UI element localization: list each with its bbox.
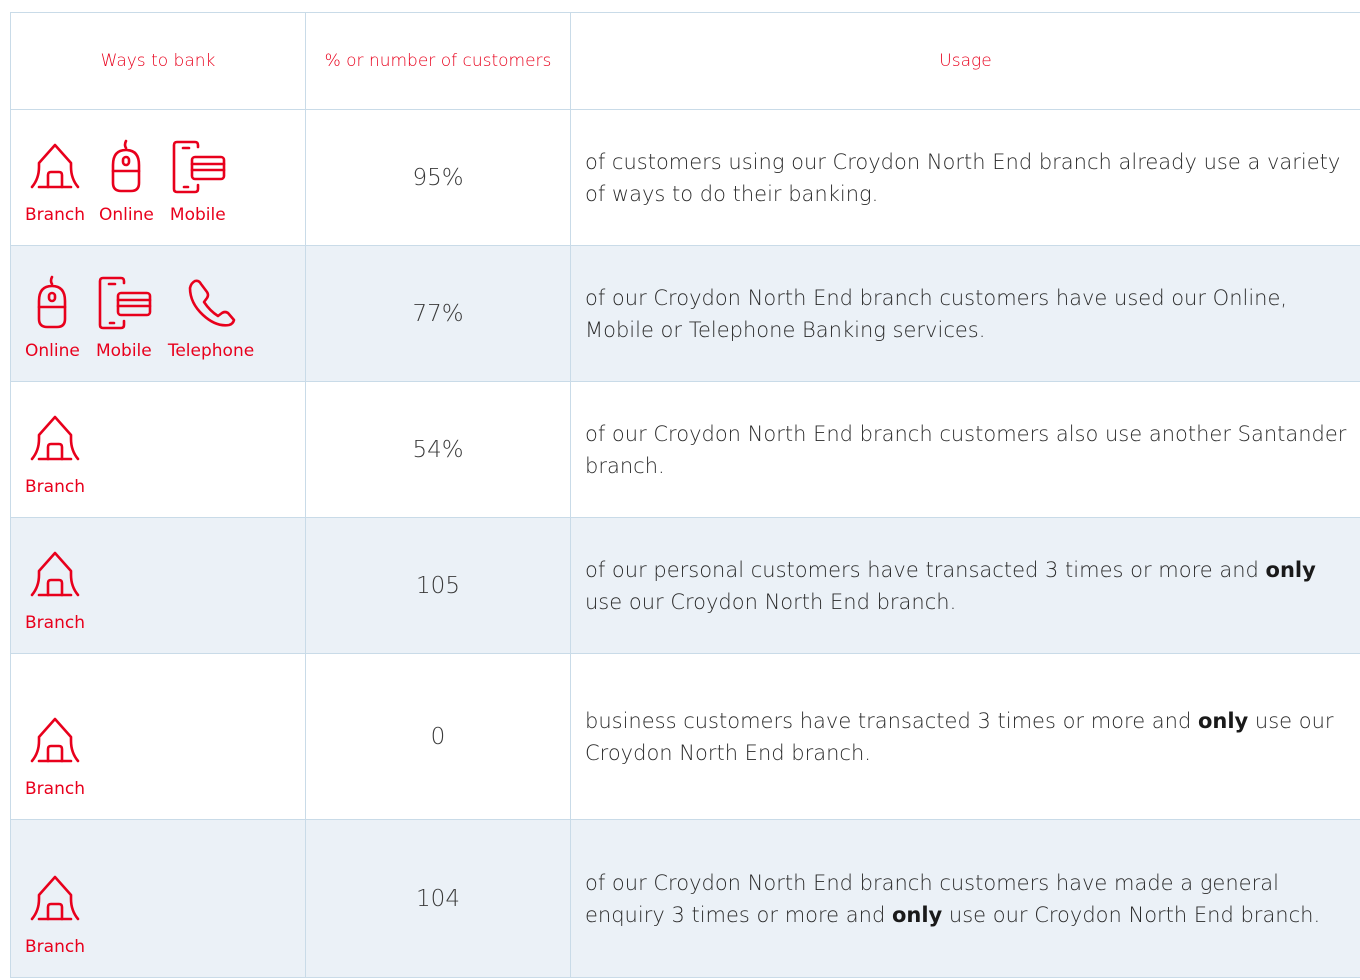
way-branch: Branch (25, 139, 85, 245)
phone-icon (185, 275, 237, 335)
mobile-card-icon (94, 275, 154, 335)
way-label: Online (98, 205, 154, 225)
ways-cell: Branch (10, 518, 305, 653)
ways-cell: Online Mobile Telephone (10, 246, 305, 381)
way-telephone: Telephone (168, 275, 254, 381)
usage-text-end: use our Croydon North End branch. (585, 589, 957, 614)
table-row: Branch Online Mobile 95% of customers using … (10, 110, 1360, 246)
table-row: Branch 105 of our personal customers have … (10, 518, 1360, 654)
way-branch: Branch (25, 411, 85, 517)
way-label: Branch (25, 205, 85, 225)
header-usage: Usage (570, 13, 1360, 109)
header-ways-to-bank: Ways to bank (10, 13, 305, 109)
way-mobile: Mobile (168, 139, 228, 245)
usage-emphasis: only (1265, 557, 1316, 582)
ways-group: Online Mobile Telephone (11, 246, 305, 381)
house-icon (27, 547, 83, 607)
house-icon (27, 871, 83, 931)
ways-cell: Branch Online Mobile (10, 110, 305, 245)
customer-value: 77% (305, 246, 570, 381)
customer-value: 95% (305, 110, 570, 245)
house-icon (27, 713, 83, 773)
table-row: Branch 0 business customers have transacte… (10, 654, 1360, 820)
usage-text-start: of our Croydon North End branch customer… (585, 285, 1288, 342)
customer-value: 0 (305, 654, 570, 819)
usage-text-start: of customers using our Croydon North End… (585, 149, 1341, 206)
customer-value: 105 (305, 518, 570, 653)
table-row: Branch 54% of our Croydon North End branch… (10, 382, 1360, 518)
way-label: Mobile (169, 205, 226, 225)
usage-cell: of customers using our Croydon North End… (570, 110, 1360, 245)
ways-group: Branch (11, 820, 305, 977)
usage-cell: of our Croydon North End branch customer… (570, 382, 1360, 517)
usage-text: of our personal customers have transacte… (585, 554, 1356, 618)
usage-cell: of our Croydon North End branch customer… (570, 246, 1360, 381)
way-label: Online (25, 341, 80, 361)
way-label: Branch (25, 477, 85, 497)
way-label: Branch (25, 937, 85, 957)
usage-text: of our Croydon North End branch customer… (585, 418, 1356, 482)
ways-cell: Branch (10, 654, 305, 819)
customer-value: 54% (305, 382, 570, 517)
usage-text: business customers have transacted 3 tim… (585, 705, 1356, 769)
house-icon (27, 139, 83, 199)
way-branch: Branch (25, 871, 85, 977)
way-label: Branch (25, 613, 85, 633)
usage-text-end: use our Croydon North End branch. (942, 902, 1321, 927)
way-label: Branch (25, 779, 85, 799)
mouse-icon (35, 275, 69, 335)
header-customers: % or number of customers (305, 13, 570, 109)
mouse-icon (109, 139, 143, 199)
way-online: Online (99, 139, 154, 245)
ways-group: Branch (11, 518, 305, 653)
way-branch: Branch (25, 713, 85, 819)
usage-text-start: of our personal customers have transacte… (585, 557, 1266, 582)
usage-text-start: of our Croydon North End branch customer… (585, 421, 1347, 478)
house-icon (27, 411, 83, 471)
ways-cell: Branch (10, 820, 305, 977)
ways-cell: Branch (10, 382, 305, 517)
usage-emphasis: only (1197, 708, 1249, 733)
usage-text: of our Croydon North End branch customer… (585, 867, 1356, 931)
table-row: Online Mobile Telephone 77% of our Croydon N… (10, 246, 1360, 382)
mobile-card-icon (168, 139, 228, 199)
way-mobile: Mobile (94, 275, 154, 381)
table-header-row: Ways to bank % or number of customers Us… (10, 13, 1360, 110)
usage-emphasis: only (891, 902, 943, 927)
table-row: Branch 104 of our Croydon North End branch… (10, 820, 1360, 978)
ways-group: Branch (11, 382, 305, 517)
usage-text: of our Croydon North End branch customer… (585, 282, 1356, 346)
usage-text-start: business customers have transacted 3 tim… (585, 708, 1198, 733)
way-online: Online (25, 275, 80, 381)
usage-cell: business customers have transacted 3 tim… (570, 654, 1360, 819)
table-body: Branch Online Mobile 95% of customers using … (10, 110, 1360, 978)
ways-to-bank-table: Ways to bank % or number of customers Us… (10, 12, 1360, 978)
customer-value: 104 (305, 820, 570, 977)
way-label: Telephone (167, 341, 255, 361)
usage-cell: of our personal customers have transacte… (570, 518, 1360, 653)
usage-text: of customers using our Croydon North End… (585, 146, 1356, 210)
ways-group: Branch Online Mobile (11, 110, 305, 245)
usage-cell: of our Croydon North End branch customer… (570, 820, 1360, 977)
way-label: Mobile (95, 341, 152, 361)
ways-group: Branch (11, 654, 305, 819)
way-branch: Branch (25, 547, 85, 653)
